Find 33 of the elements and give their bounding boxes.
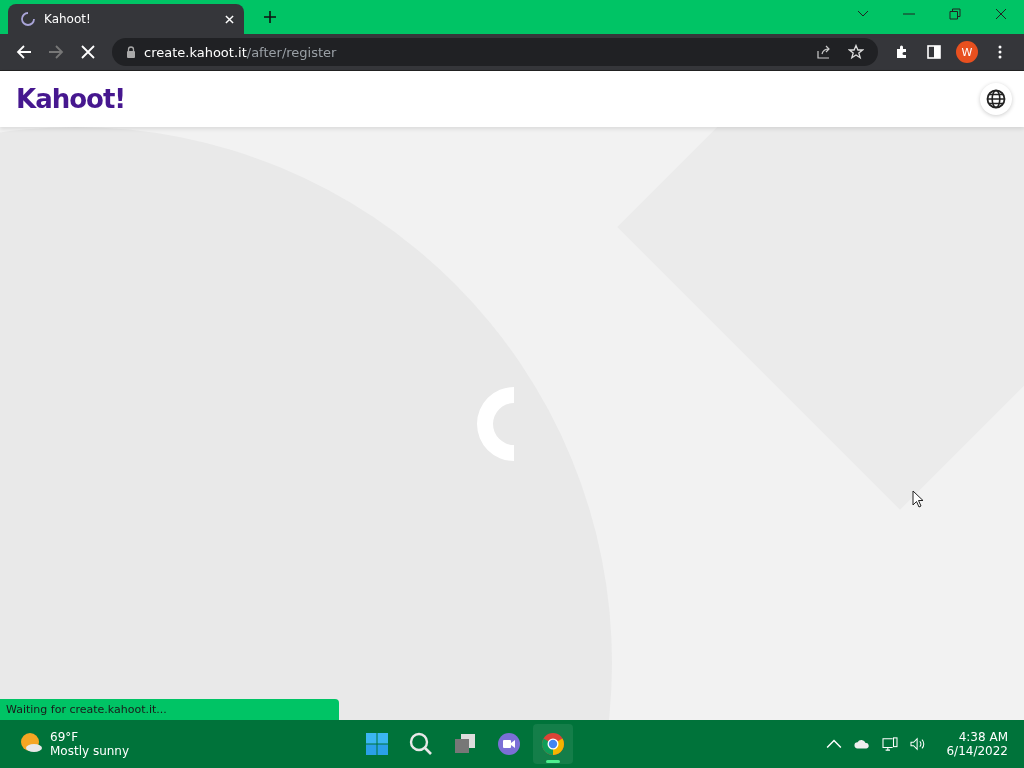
video-chat-icon bbox=[497, 732, 522, 756]
globe-icon bbox=[986, 89, 1006, 109]
profile-avatar[interactable]: W bbox=[956, 41, 978, 63]
language-button[interactable] bbox=[980, 83, 1012, 115]
close-icon[interactable] bbox=[995, 8, 1007, 20]
chevron-up-icon[interactable] bbox=[826, 737, 843, 751]
windows-logo-icon bbox=[365, 732, 390, 756]
clock[interactable]: 4:38 AM 6/14/2022 bbox=[940, 730, 1014, 758]
back-arrow-icon[interactable] bbox=[16, 44, 32, 60]
weather-condition-text: Mostly sunny bbox=[50, 744, 130, 758]
status-bubble: Waiting for create.kahoot.it... bbox=[0, 699, 339, 720]
temperature-text: 69°F bbox=[50, 730, 80, 744]
restore-icon[interactable] bbox=[949, 8, 961, 20]
address-bar[interactable]: create.kahoot.it/after/register bbox=[112, 38, 878, 66]
star-icon[interactable] bbox=[848, 44, 864, 60]
side-panel-icon[interactable] bbox=[926, 44, 942, 60]
browser-logo-icon bbox=[541, 732, 566, 756]
stacked-windows-icon bbox=[453, 732, 478, 756]
browser-tab[interactable]: Kahoot! bbox=[8, 4, 244, 34]
lock-icon bbox=[126, 46, 136, 58]
share-icon[interactable] bbox=[816, 44, 832, 60]
tab-title: Kahoot! bbox=[44, 12, 92, 26]
taskbar-app[interactable] bbox=[533, 724, 574, 764]
forward-arrow-icon[interactable] bbox=[48, 44, 64, 60]
monitor-icon[interactable] bbox=[882, 737, 899, 751]
kahoot-logo[interactable]: Kahoot! bbox=[16, 84, 980, 114]
stop-loading-icon[interactable] bbox=[80, 44, 96, 60]
mouse-cursor-icon bbox=[912, 490, 924, 508]
search-icon bbox=[409, 732, 434, 756]
new-tab-icon[interactable] bbox=[264, 11, 276, 23]
cloud-icon[interactable] bbox=[854, 737, 871, 751]
speaker-icon[interactable] bbox=[910, 737, 927, 751]
url-text: create.kahoot.it/after/register bbox=[144, 44, 337, 60]
